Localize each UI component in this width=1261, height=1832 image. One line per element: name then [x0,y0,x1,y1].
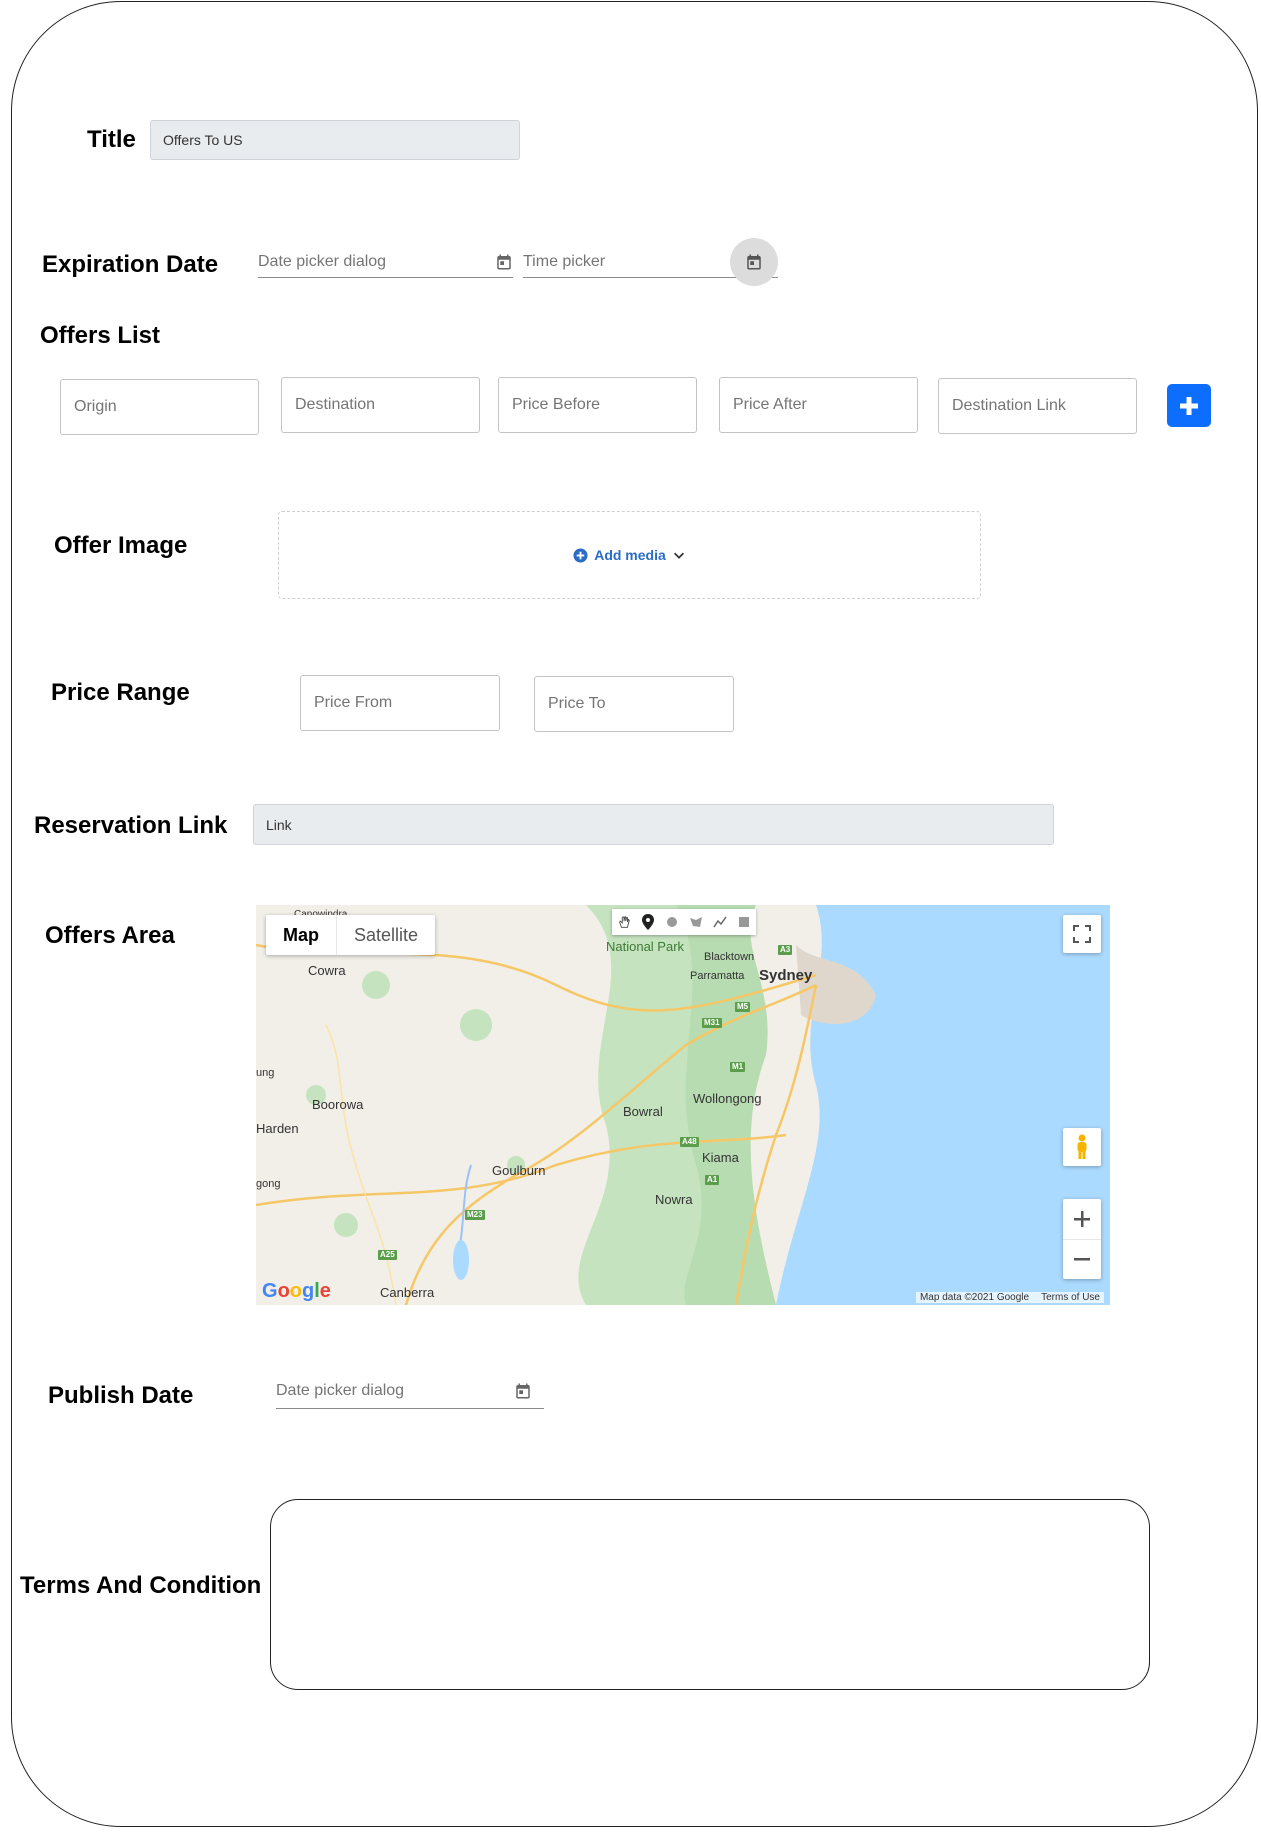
reservation-link-input[interactable]: Link [253,804,1054,845]
offers-area-label: Offers Area [45,922,175,949]
route-shield: M31 [702,1018,722,1028]
zoom-in-button[interactable] [1063,1199,1101,1240]
map-data-credit: Map data ©2021 Google [919,1292,1030,1303]
time-placeholder: Time picker [523,252,606,270]
route-shield: A3 [778,945,793,955]
google-logo: Google [262,1280,331,1302]
place-label: Boorowa [312,1097,364,1112]
origin-input[interactable]: Origin [60,379,259,435]
title-label: Title [87,126,136,153]
map-tiles [256,905,1110,1305]
drawing-toolbar[interactable] [612,909,756,935]
calendar-icon [747,254,761,270]
terms-textarea[interactable] [270,1499,1150,1690]
destination-input[interactable]: Destination [281,377,480,433]
polygon-icon[interactable] [684,909,708,935]
minus-icon [1074,1258,1090,1261]
place-label: Cowra [308,963,346,978]
reservation-link-label: Reservation Link [34,812,228,839]
price-before-input[interactable]: Price Before [498,377,697,433]
price-range-label: Price Range [51,679,190,706]
add-media-button[interactable]: Add media [573,547,686,563]
add-media-label: Add media [594,547,666,563]
publish-date-label: Publish Date [48,1382,194,1409]
add-circle-icon [573,547,588,563]
route-shield: A48 [680,1137,699,1147]
expiration-date-picker[interactable]: Date picker dialog [258,248,513,278]
offers-area-map[interactable]: Canowindra Cowra Boorowa Harden Goulburn… [256,905,1110,1305]
place-label: Goulburn [492,1163,546,1178]
terms-label: Terms And Condition [20,1572,262,1599]
route-shield: A25 [378,1250,397,1260]
place-label: Blacktown [704,951,755,963]
map-type-control[interactable]: Map Satellite [266,915,436,955]
date-placeholder: Date picker dialog [258,252,387,270]
street-view-pegman[interactable] [1063,1128,1101,1166]
price-from-input[interactable]: Price From [300,675,500,731]
destination-link-input[interactable]: Destination Link [938,378,1137,434]
chevron-down-icon [673,552,684,559]
place-label: Nowra [655,1192,693,1207]
route-shield: M5 [735,1002,751,1012]
place-label: Bowral [623,1104,663,1119]
expiration-date-label: Expiration Date [42,251,219,278]
place-label: Kiama [702,1150,739,1165]
place-label: National Park [606,939,685,954]
place-label: Wollongong [693,1091,762,1106]
price-to-input[interactable]: Price To [534,676,734,732]
pegman-icon [1077,1134,1087,1159]
hand-icon[interactable] [612,909,636,935]
terms-of-use-link[interactable]: Terms of Use [1041,1292,1100,1303]
offers-list-label: Offers List [40,322,161,349]
calendar-icon[interactable] [514,1382,532,1400]
plus-icon [1180,396,1198,415]
rectangle-icon[interactable] [732,909,756,935]
polyline-icon[interactable] [708,909,732,935]
media-dropzone[interactable]: Add media [278,511,981,599]
offer-image-label: Offer Image [54,532,188,559]
circle-icon[interactable] [660,909,684,935]
plus-icon [1074,1210,1090,1227]
zoom-out-button[interactable] [1063,1240,1101,1280]
route-shield: M1 [730,1062,746,1072]
route-shield: A1 [705,1175,720,1185]
map-attribution: Map data ©2021 Google Terms of Use [915,1292,1104,1303]
time-picker-button[interactable] [730,238,778,286]
place-label: Harden [256,1121,299,1136]
fullscreen-icon [1073,925,1091,943]
place-label: Canberra [380,1285,435,1300]
calendar-icon[interactable] [495,253,513,271]
place-label: Sydney [759,967,813,984]
title-input[interactable]: Offers To US [150,120,520,160]
place-label: ung [256,1067,275,1079]
publish-date-picker[interactable]: Date picker dialog [276,1375,544,1409]
add-offer-button[interactable] [1167,384,1211,427]
map-type-map-button[interactable]: Map [266,915,336,955]
route-shield: M23 [465,1210,485,1220]
fullscreen-button[interactable] [1063,915,1101,953]
marker-icon[interactable] [636,909,660,935]
date-placeholder: Date picker dialog [276,1381,405,1399]
zoom-control[interactable] [1063,1199,1101,1279]
map-type-satellite-button[interactable]: Satellite [336,915,435,955]
price-after-input[interactable]: Price After [719,377,918,433]
place-label: Parramatta [690,970,745,982]
place-label: gong [256,1178,281,1190]
